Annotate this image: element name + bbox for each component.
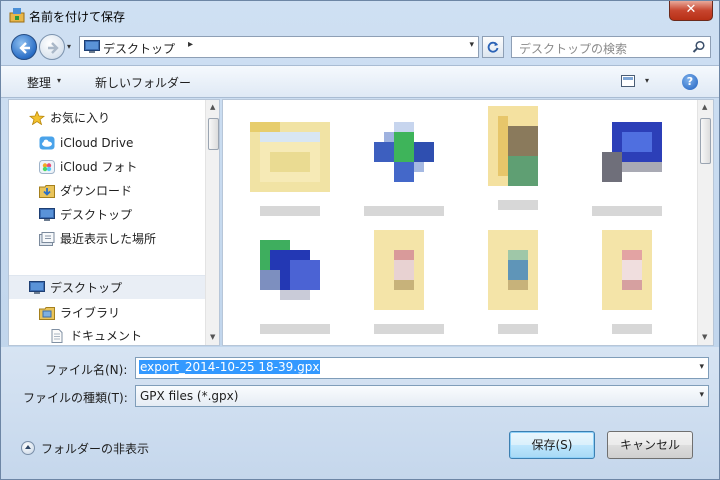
back-arrow-icon [19,42,30,54]
forward-arrow-icon [48,42,59,54]
folder-doc-thumbnail [488,230,538,310]
recent-pages-dropdown[interactable]: ▾ [67,42,77,52]
desktop-icon [39,208,55,221]
file-list-pane: ▲ ▼ [222,99,714,346]
nav-label: ダウンロード [60,184,133,198]
nav-label: デスクトップ [60,208,133,222]
computer-thumbnail [602,122,662,182]
documents-icon [51,329,63,343]
view-options-icon[interactable] [621,75,635,87]
file-name-label [364,206,444,216]
filename-input[interactable]: export_2014-10-25 18-39.gpx ▾ [135,357,709,379]
address-bar[interactable]: デスクトップ ▸ ▾ [79,36,479,58]
filetype-select[interactable]: GPX files (*.gpx) ▾ [135,385,709,407]
file-name-label [498,200,538,210]
library-icon [39,307,55,320]
new-folder-button[interactable]: 新しいフォルダー [95,74,191,91]
title-bar: 名前を付けて保存 ✕ [1,1,719,31]
file-item[interactable] [587,228,677,338]
nav-label: 最近表示した場所 [60,232,157,246]
file-name-label [612,324,652,334]
file-item[interactable] [359,110,449,220]
collapse-up-icon [21,441,35,455]
navigation-scrollbar[interactable]: ▲ ▼ [205,100,219,345]
search-icon [692,40,705,53]
nav-label: お気に入り [50,111,111,125]
scroll-up-icon[interactable]: ▲ [702,103,707,111]
breadcrumb-chevron-icon[interactable]: ▸ [188,39,193,50]
photos-icon [39,160,55,174]
filetype-value: GPX files (*.gpx) [140,389,239,403]
desktop-icon [84,40,100,53]
refresh-icon [487,41,499,53]
command-toolbar: 整理 ▾ 新しいフォルダー ▾ ? [1,65,719,98]
navigation-pane: お気に入り iCloud Drive iCloud フォト ダウンロード デスク… [8,99,220,346]
network-thumbnail [374,122,434,182]
dialog-title: 名前を付けて保存 [29,10,126,24]
nav-label: iCloud Drive [60,136,134,150]
scroll-down-icon[interactable]: ▼ [702,333,707,341]
file-list-scrollbar[interactable]: ▲ ▼ [697,100,713,345]
folder-thumbnail [250,122,330,192]
desktop-icon [29,281,45,294]
folder-doc-thumbnail [602,230,652,310]
close-icon: ✕ [685,2,697,17]
download-folder-icon [39,185,55,198]
file-item[interactable] [359,228,449,338]
address-location: デスクトップ [103,42,176,56]
scroll-up-icon[interactable]: ▲ [210,103,215,111]
help-icon: ? [686,75,694,88]
nav-label: ドキュメント [70,329,143,343]
file-item[interactable] [587,110,677,220]
nav-label: ライブラリ [60,306,121,320]
file-name-label [374,324,444,334]
filename-value: export_2014-10-25 18-39.gpx [139,360,321,374]
user-folder-thumbnail [488,106,538,186]
search-placeholder: デスクトップの検索 [519,42,628,56]
file-name-label [498,324,538,334]
view-dropdown-icon[interactable]: ▾ [645,76,649,85]
file-item[interactable] [245,228,335,338]
save-form: ファイル名(N): export_2014-10-25 18-39.gpx ▾ … [1,347,719,479]
filetype-dropdown-icon[interactable]: ▾ [699,390,704,400]
address-dropdown-icon[interactable]: ▾ [469,40,474,50]
close-button[interactable]: ✕ [669,1,713,21]
nav-label: iCloud フォト [60,160,138,174]
cancel-button[interactable]: キャンセル [607,431,693,459]
recent-places-icon [39,232,55,246]
save-as-dialog: 名前を付けて保存 ✕ ▾ デスクトップ ▸ ▾ デスクトップの検索 整理 ▾ 新… [0,0,720,480]
nav-label: デスクトップ [50,281,123,295]
scroll-down-icon[interactable]: ▼ [210,333,215,341]
globe-thumbnail [260,240,320,300]
hide-folders-label: フォルダーの非表示 [41,442,150,456]
filename-label: ファイル名(N): [45,363,128,377]
scroll-thumb[interactable] [208,118,219,150]
folder-doc-thumbnail [374,230,424,310]
help-button[interactable]: ? [682,74,698,90]
organize-button[interactable]: 整理 [27,74,51,91]
filetype-label: ファイルの種類(T): [23,391,128,405]
file-name-label [260,206,320,216]
save-button[interactable]: 保存(S) [509,431,595,459]
icloud-icon [39,136,55,150]
scroll-thumb[interactable] [700,118,711,164]
forward-button[interactable] [39,34,65,60]
star-icon [29,111,45,125]
file-item[interactable] [245,110,335,220]
app-icon [9,8,25,23]
search-input[interactable]: デスクトップの検索 [511,36,711,58]
file-item[interactable] [473,228,563,338]
organize-dropdown-icon[interactable]: ▾ [57,76,61,85]
file-name-label [592,206,662,216]
file-name-label [260,324,330,334]
back-button[interactable] [11,34,37,60]
filename-dropdown-icon[interactable]: ▾ [699,362,704,372]
file-item[interactable] [473,104,563,214]
refresh-button[interactable] [482,36,504,58]
